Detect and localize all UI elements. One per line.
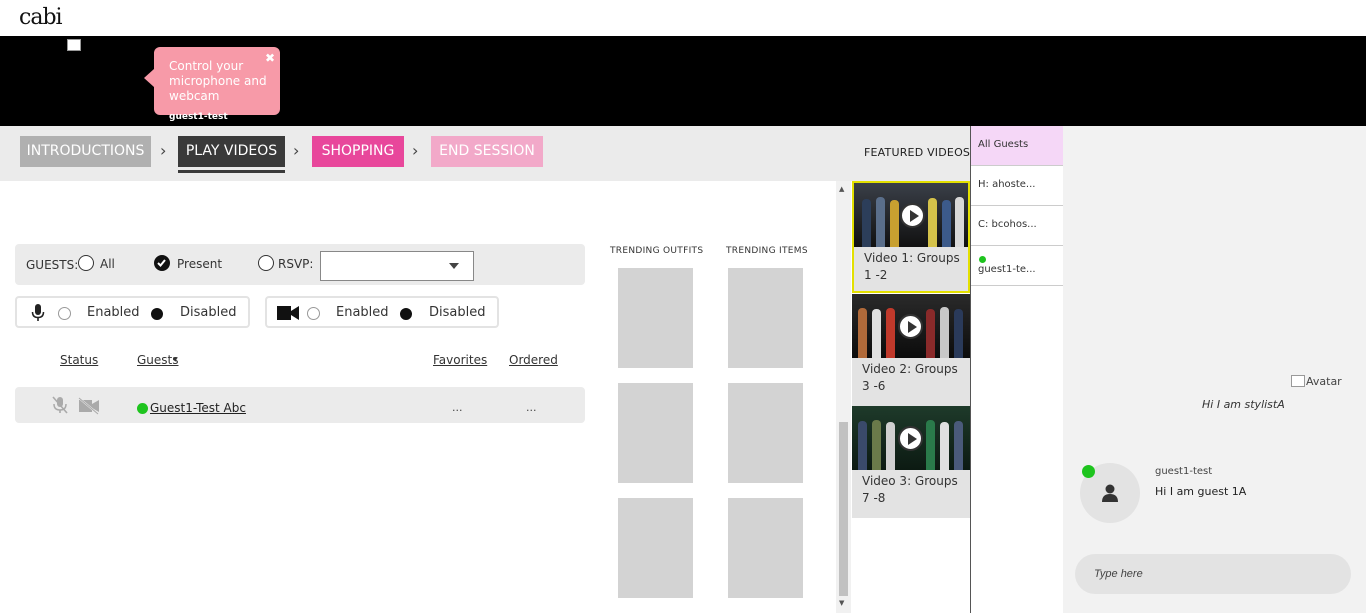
active-step-underline xyxy=(178,170,285,173)
mic-disabled-radio[interactable] xyxy=(151,308,163,320)
stylist-message: Hi I am stylistA xyxy=(1202,398,1285,411)
camera-disabled-label: Disabled xyxy=(429,305,486,320)
table-row[interactable]: Guest1-Test Abc ... ... xyxy=(15,387,585,423)
video-camera-icon xyxy=(277,306,299,320)
camera-enabled-radio[interactable] xyxy=(307,307,320,320)
online-status-dot xyxy=(137,403,148,414)
filter-rsvp-radio[interactable] xyxy=(258,255,274,271)
scrollbar-thumb[interactable] xyxy=(839,422,848,596)
chat-input[interactable] xyxy=(1075,554,1351,594)
guest-favorites-value: ... xyxy=(452,401,463,414)
dropdown-arrow-icon xyxy=(449,263,459,269)
guests-filter-label: GUESTS: xyxy=(26,258,79,272)
video-thumbnail xyxy=(852,406,970,470)
guest-list-item[interactable]: H: ahoste... xyxy=(971,166,1063,206)
guest-list-panel: All Guests H: ahoste... C: bcohos... gue… xyxy=(970,126,1063,613)
cabi-logo: cabi xyxy=(19,5,63,30)
trending-outfits-heading: TRENDING OUTFITS xyxy=(610,246,704,256)
featured-videos-label: FEATURED VIDEOS xyxy=(864,146,971,159)
mic-muted-icon[interactable] xyxy=(50,395,70,415)
chat-panel: Avatar Hi I am stylistA guest1-test Hi I… xyxy=(1063,126,1366,613)
trending-items-heading: TRENDING ITEMS xyxy=(726,246,808,256)
sort-down-icon: ▾ xyxy=(173,355,178,365)
chevron-right-icon: › xyxy=(160,141,167,160)
scroll-down-icon[interactable]: ▼ xyxy=(839,599,844,607)
filter-present-radio[interactable] xyxy=(154,255,170,271)
guest-name-link[interactable]: Guest1-Test Abc xyxy=(150,401,246,415)
guest-list-item[interactable]: guest1-te... xyxy=(971,246,1063,286)
trending-outfit-tile[interactable] xyxy=(618,268,693,368)
step-shopping-button[interactable]: SHOPPING xyxy=(312,136,404,167)
trending-item-tile[interactable] xyxy=(728,383,803,483)
video-thumbnail xyxy=(854,183,968,247)
step-end-session-button[interactable]: END SESSION xyxy=(431,136,543,167)
trending-item-tile[interactable] xyxy=(728,498,803,598)
video-title: Video 1: Groups 1 -2 xyxy=(864,251,960,282)
trending-item-tile[interactable] xyxy=(728,268,803,368)
avatar-alt-text: Avatar xyxy=(1306,375,1342,388)
mic-enabled-radio[interactable] xyxy=(58,307,71,320)
guest-ordered-value: ... xyxy=(526,401,537,414)
close-icon[interactable]: ✖ xyxy=(265,51,275,66)
ordered-column-header[interactable]: Ordered xyxy=(509,353,558,367)
guest-list-item[interactable]: C: bcohos... xyxy=(971,206,1063,246)
video-card[interactable]: Video 3: Groups 7 -8 xyxy=(852,406,970,518)
step-introductions-button[interactable]: INTRODUCTIONS xyxy=(20,136,151,167)
chevron-right-icon: › xyxy=(412,141,419,160)
trending-outfit-tile[interactable] xyxy=(618,498,693,598)
guest-list-item-label: guest1-te... xyxy=(978,264,1036,275)
filter-all-radio[interactable] xyxy=(78,255,94,271)
online-status-dot xyxy=(979,256,986,263)
video-title: Video 2: Groups 3 -6 xyxy=(862,362,958,393)
filter-all-label: All xyxy=(100,257,115,271)
chevron-right-icon: › xyxy=(293,141,300,160)
guest-list-item-label: C: bcohos... xyxy=(978,219,1037,230)
microphone-icon xyxy=(31,304,45,321)
favorites-column-header[interactable]: Favorites xyxy=(433,353,487,367)
guest-message: Hi I am guest 1A xyxy=(1155,485,1247,498)
user-icon xyxy=(1102,484,1118,502)
media-tooltip: Control your microphone and webcam ✖ xyxy=(144,47,280,115)
mic-disabled-label: Disabled xyxy=(180,305,237,320)
tooltip-text: Control your microphone and webcam xyxy=(169,59,267,103)
scroll-up-icon[interactable]: ▲ xyxy=(839,185,844,193)
play-icon[interactable] xyxy=(898,314,923,339)
guests-filter-panel: GUESTS: All Present RSVP: xyxy=(15,244,585,285)
video-card[interactable]: Video 2: Groups 3 -6 xyxy=(852,294,970,406)
guest-list-item-label: All Guests xyxy=(978,139,1029,150)
step-play-videos-button[interactable]: PLAY VIDEOS xyxy=(178,136,285,167)
filter-present-label: Present xyxy=(177,257,223,271)
play-icon[interactable] xyxy=(900,203,925,228)
camera-enabled-label: Enabled xyxy=(336,305,389,320)
video-title: Video 3: Groups 7 -8 xyxy=(862,474,958,505)
guest-list-item-label: H: ahoste... xyxy=(978,179,1036,190)
camera-off-icon[interactable] xyxy=(78,397,100,415)
guest-list-all-guests[interactable]: All Guests xyxy=(971,126,1063,166)
videos-scrollbar[interactable]: ▲ ▼ xyxy=(836,181,851,613)
camera-control-group: Enabled Disabled xyxy=(265,296,499,328)
avatar-image-icon xyxy=(1291,375,1305,387)
status-column-header[interactable]: Status xyxy=(60,353,98,367)
self-video-name: guest1-test xyxy=(169,112,228,122)
video-card[interactable]: Video 1: Groups 1 -2 xyxy=(852,181,970,293)
camera-disabled-radio[interactable] xyxy=(400,308,412,320)
session-steps-bar: INTRODUCTIONS › PLAY VIDEOS › SHOPPING ›… xyxy=(0,126,970,181)
rsvp-select[interactable] xyxy=(320,251,474,281)
trending-outfit-tile[interactable] xyxy=(618,383,693,483)
filter-rsvp-label: RSVP: xyxy=(278,257,314,271)
webcam-image-icon xyxy=(67,39,81,51)
online-status-dot xyxy=(1082,465,1095,478)
video-thumbnail xyxy=(852,294,970,358)
mic-enabled-label: Enabled xyxy=(87,305,140,320)
play-icon[interactable] xyxy=(898,426,923,451)
mic-control-group: Enabled Disabled xyxy=(15,296,250,328)
checkmark-icon xyxy=(157,259,166,267)
chat-sender-name: guest1-test xyxy=(1155,466,1213,477)
